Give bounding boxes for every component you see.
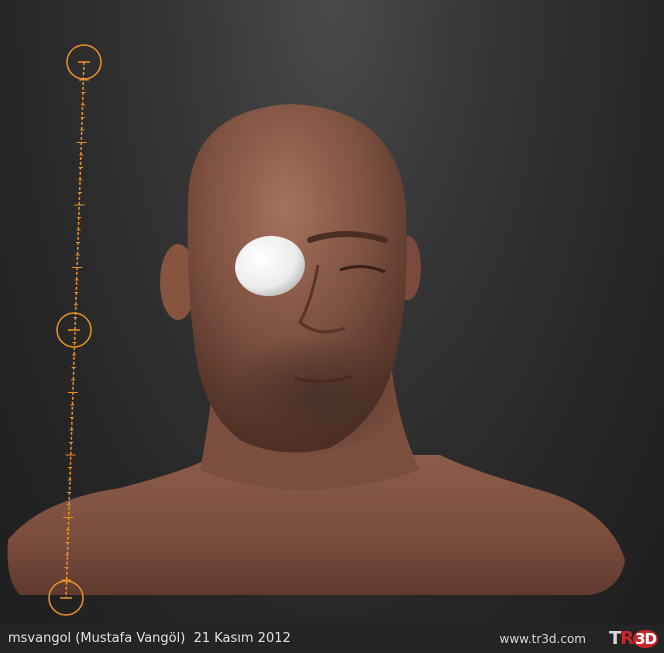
footer-bar: msvangol (Mustafa Vangöl) 21 Kasım 2012 … (0, 625, 664, 653)
tr3d-logo: TR 3D (608, 628, 658, 649)
scene-canvas[interactable] (0, 0, 664, 625)
beard-shading (220, 335, 410, 455)
website-link[interactable]: www.tr3d.com (500, 632, 587, 646)
3d-viewport[interactable]: msvangol (Mustafa Vangöl) 21 Kasım 2012 … (0, 0, 664, 653)
author-credit: msvangol (Mustafa Vangöl) 21 Kasım 2012 (8, 631, 291, 646)
